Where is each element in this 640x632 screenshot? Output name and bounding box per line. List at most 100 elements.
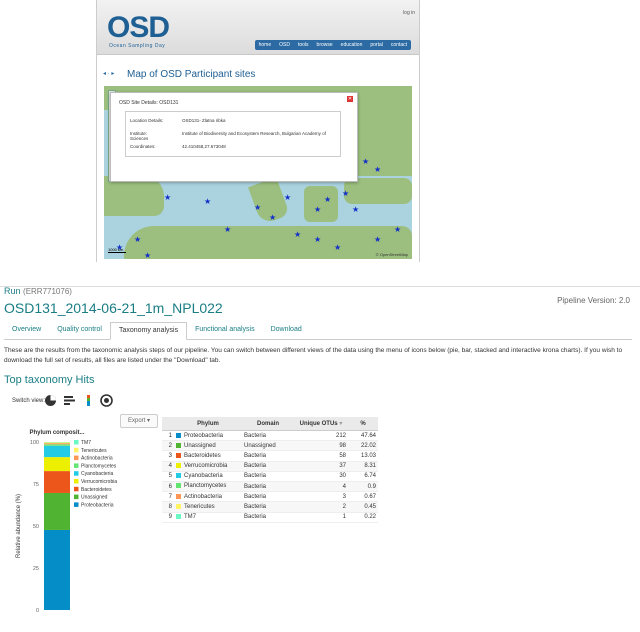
site-marker-icon[interactable]: ★ xyxy=(362,158,369,166)
nav-tools[interactable]: tools xyxy=(294,40,313,50)
table-header-percent[interactable]: % xyxy=(348,417,378,431)
phylum-color-swatch xyxy=(176,432,181,438)
table-row[interactable]: 8 Tenericutes Bacteria 2 0.45 xyxy=(162,501,378,513)
legend-swatch xyxy=(74,494,79,500)
close-icon[interactable]: ✕ xyxy=(347,96,353,102)
row-percent: 22.02 xyxy=(348,440,378,452)
stacked-bar-icon[interactable] xyxy=(82,394,95,407)
legend-item: Bacteroidetes xyxy=(81,487,112,493)
phylum-color-swatch xyxy=(176,503,181,509)
bar-segment-cyanobacteria xyxy=(44,445,70,458)
bar-segment-actinobacteria xyxy=(44,443,70,445)
site-marker-icon[interactable]: ★ xyxy=(324,196,331,204)
map-title: Map of OSD Participant sites xyxy=(127,69,256,80)
row-domain: Bacteria xyxy=(242,471,294,482)
row-phylum-label: Proteobacteria xyxy=(184,432,224,439)
table-header-unique-otus[interactable]: Unique OTUs ▾ xyxy=(294,417,348,431)
phylum-color-swatch xyxy=(176,483,181,489)
sort-icon[interactable]: ▾ xyxy=(339,421,342,427)
site-marker-icon[interactable]: ★ xyxy=(374,166,381,174)
nav-home[interactable]: home xyxy=(255,40,276,50)
site-marker-icon[interactable]: ★ xyxy=(284,194,291,202)
table-row[interactable]: 2 Unassigned Unassigned 98 22.02 xyxy=(162,440,378,452)
popup-row-value: OSD131- Zlatna ribka xyxy=(182,118,226,123)
tab-functional-analysis[interactable]: Functional analysis xyxy=(187,322,263,338)
map-land xyxy=(104,176,164,216)
osd-logo[interactable]: OSD xyxy=(107,11,170,45)
table-row[interactable]: 5 Cyanobacteria Bacteria 30 6.74 xyxy=(162,471,378,482)
site-marker-icon[interactable]: ★ xyxy=(224,226,231,234)
tab-overview[interactable]: Overview xyxy=(4,322,49,338)
row-index: 4 xyxy=(162,461,174,472)
row-percent: 6.74 xyxy=(348,471,378,482)
site-details-popup: OSD Site Details: OSD131 ✕ Location Deta… xyxy=(110,92,358,182)
nav-contact[interactable]: contact xyxy=(387,40,411,50)
legend-item: Tenericutes xyxy=(81,448,107,454)
table-row[interactable]: 3 Bacteroidetes Bacteria 58 13.03 xyxy=(162,450,378,462)
table-row[interactable]: 1 Proteobacteria Bacteria 212 47.64 xyxy=(162,430,378,442)
table-row[interactable]: 9 TM7 Bacteria 1 0.22 xyxy=(162,512,378,523)
nav-portal[interactable]: portal xyxy=(366,40,387,50)
tab-taxonomy-analysis[interactable]: Taxonomy analysis xyxy=(109,322,188,340)
export-button[interactable]: Export ▾ xyxy=(120,414,158,428)
run-accession: (ERR771076) xyxy=(23,287,72,296)
participant-map[interactable]: ★ ★ ★ ★ ★ ★ ★ ★ ★ ★ ★ ★ ★ ★ ★ ★ ★ ★ ★ ★ … xyxy=(104,86,412,259)
table-header-domain[interactable]: Domain xyxy=(242,417,294,431)
site-marker-icon[interactable]: ★ xyxy=(294,231,301,239)
row-domain: Bacteria xyxy=(242,501,294,513)
site-marker-icon[interactable]: ★ xyxy=(394,226,401,234)
bar-chart-icon[interactable] xyxy=(63,394,76,407)
bar-segment-verrucomicrobia xyxy=(44,457,70,472)
tab-quality-control[interactable]: Quality control xyxy=(49,322,110,338)
row-domain: Bacteria xyxy=(242,461,294,472)
site-marker-icon[interactable]: ★ xyxy=(374,236,381,244)
row-phylum: TM7 xyxy=(174,512,242,523)
site-marker-icon[interactable]: ★ xyxy=(164,194,171,202)
legend-item: Verrucomicrobia xyxy=(81,479,117,485)
site-marker-icon[interactable]: ★ xyxy=(144,252,151,260)
site-marker-icon[interactable]: ★ xyxy=(334,244,341,252)
phylum-color-swatch xyxy=(176,514,181,520)
site-marker-icon[interactable]: ★ xyxy=(269,214,276,222)
row-percent: 47.64 xyxy=(348,430,378,442)
row-unique-otus: 98 xyxy=(294,440,348,452)
legend-item: Unassigned xyxy=(81,495,108,501)
title-arrows-icon[interactable]: ◂ · ▸ xyxy=(103,70,114,77)
bar-segment-bacteroidetes xyxy=(44,471,70,493)
nav-browse[interactable]: browse xyxy=(313,40,337,50)
popup-row-value: 42.410458,27.673048 xyxy=(182,144,226,149)
table-row[interactable]: 7 Actinobacteria Bacteria 3 0.67 xyxy=(162,491,378,503)
map-credit[interactable]: © OpenStreetMap xyxy=(376,252,408,257)
table-header-phylum[interactable]: Phylum xyxy=(174,417,242,431)
switch-view-label: Switch view: xyxy=(12,398,46,404)
site-marker-icon[interactable]: ★ xyxy=(254,204,261,212)
legend-swatch xyxy=(74,455,79,461)
y-tick-label: 75 xyxy=(33,482,39,488)
popup-title: OSD Site Details: OSD131 xyxy=(119,100,179,106)
nav-osd[interactable]: OSD xyxy=(275,40,294,50)
site-marker-icon[interactable]: ★ xyxy=(314,236,321,244)
site-marker-icon[interactable]: ★ xyxy=(342,190,349,198)
login-link[interactable]: log in xyxy=(403,10,415,16)
row-percent: 0.9 xyxy=(348,481,378,493)
pie-chart-icon[interactable] xyxy=(44,394,57,407)
row-index: 2 xyxy=(162,440,174,452)
nav-education[interactable]: education xyxy=(337,40,367,50)
site-marker-icon[interactable]: ★ xyxy=(134,236,141,244)
krona-chart-icon[interactable] xyxy=(100,394,113,407)
site-marker-icon[interactable]: ★ xyxy=(204,198,211,206)
popup-row-coordinates: Coordinates: 42.410458,27.673048 xyxy=(130,144,226,149)
row-phylum: Proteobacteria xyxy=(174,430,242,442)
map-land xyxy=(124,226,412,259)
row-phylum-label: Cyanobacteria xyxy=(184,473,223,480)
site-marker-icon[interactable]: ★ xyxy=(352,206,359,214)
row-phylum-label: Unassigned xyxy=(184,442,216,449)
row-percent: 13.03 xyxy=(348,450,378,462)
popup-row-label: Coordinates: xyxy=(130,144,156,149)
osd-header: OSD Ocean Sampling Day log in home OSD t… xyxy=(97,0,419,55)
tab-download[interactable]: Download xyxy=(263,322,310,338)
description-text: These are the results from the taxonomic… xyxy=(4,347,623,364)
table-row[interactable]: 4 Verrucomicrobia Bacteria 37 8.31 xyxy=(162,461,378,472)
site-marker-icon[interactable]: ★ xyxy=(314,206,321,214)
table-row[interactable]: 6 Planctomycetes Bacteria 4 0.9 xyxy=(162,481,378,493)
